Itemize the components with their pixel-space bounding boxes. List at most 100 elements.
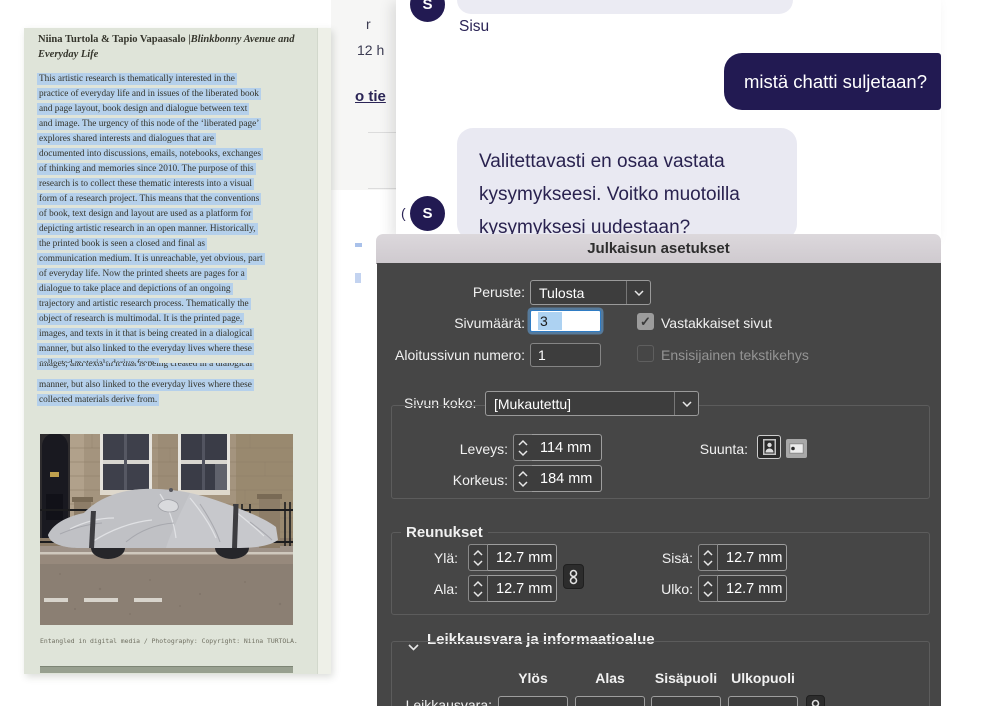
orientation-label: Suunta: xyxy=(648,441,748,457)
bleed-top-input[interactable] xyxy=(498,696,568,706)
text-line: documented into discussions, emails, not… xyxy=(37,147,319,162)
column-header-top: Ylös xyxy=(498,670,568,686)
text-line: and image. The urgency of this node of t… xyxy=(37,117,319,132)
text-line: depicting artistic research in an open m… xyxy=(37,222,319,237)
link-remnant xyxy=(355,273,361,283)
avatar-letter: S xyxy=(422,205,432,222)
document-setup-dialog: Julkaisun asetukset Peruste: Tulosta Siv… xyxy=(376,234,941,706)
text-line: of everyday life. Now the printed sheets… xyxy=(37,267,319,282)
start-page-input[interactable]: 1 xyxy=(530,343,601,367)
page-size-dropdown[interactable]: [Mukautettu] xyxy=(485,391,699,416)
bot-avatar: S xyxy=(410,196,445,231)
clipped-text-line: images, and texts in it that is being cr… xyxy=(37,363,319,378)
margin-top-input[interactable]: 12.7 mm xyxy=(488,544,557,571)
next-image-edge xyxy=(40,666,293,673)
text-line: manner, but also linked to the everyday … xyxy=(37,342,319,357)
margin-top-label: Ylä: xyxy=(377,550,458,566)
link-bleed-icon[interactable] xyxy=(806,695,825,706)
user-message-bubble: mistä chatti suljetaan? xyxy=(724,53,941,110)
orientation-portrait-button[interactable] xyxy=(757,435,781,459)
divider xyxy=(368,132,398,133)
facing-pages-checkbox[interactable]: ✓ xyxy=(637,313,654,330)
page-size-value: [Mukautettu] xyxy=(486,396,674,412)
text-line: form of a research project. This means t… xyxy=(37,192,319,207)
text-line: of book, text design and layout are used… xyxy=(37,207,319,222)
margin-inside-value: 12.7 mm xyxy=(726,550,782,566)
height-stepper[interactable] xyxy=(513,465,533,492)
page-count-value: 3 xyxy=(538,312,562,330)
text-line: images, and texts in it that is being cr… xyxy=(37,327,319,342)
webpage-text-fragment: 12 h xyxy=(357,42,384,58)
webpage-link-fragment[interactable]: o tie xyxy=(355,88,386,105)
height-input[interactable]: 184 mm xyxy=(532,465,602,492)
margin-outside-input[interactable]: 12.7 mm xyxy=(718,575,787,602)
screen: r 12 h o tie Niina Turtola & Tapio Vapaa… xyxy=(0,0,999,706)
margin-inside-stepper[interactable] xyxy=(698,544,718,571)
bleed-row-label: Leikkausvara: xyxy=(377,697,492,706)
bot-avatar: S xyxy=(410,0,445,22)
webpage-text-fragment: r xyxy=(366,16,371,32)
orientation-landscape-button[interactable] xyxy=(786,439,807,458)
text-line: communication medium. It is unreachable,… xyxy=(37,252,319,267)
margin-bottom-input[interactable]: 12.7 mm xyxy=(488,575,557,602)
overlapping-text-frame[interactable]: images, and texts in it that is being cr… xyxy=(37,363,319,408)
photo-caption: Entangled in digital media / Photography… xyxy=(40,637,320,645)
bleed-bottom-input[interactable] xyxy=(575,696,645,706)
text-line: dialogue to take place and depictions of… xyxy=(37,282,319,297)
margin-outside-label: Ulko: xyxy=(577,581,693,597)
article-title-part1: Blinkbonny Avenue and xyxy=(191,34,295,45)
margin-top-stepper[interactable] xyxy=(468,544,488,571)
previous-bot-bubble xyxy=(457,0,793,14)
text-line: object of research is multimodal. It is … xyxy=(37,312,319,327)
primary-text-frame-label: Ensisijainen tekstikehys xyxy=(661,347,809,363)
margin-inside-input[interactable]: 12.7 mm xyxy=(718,544,787,571)
page-edge xyxy=(317,28,331,674)
bleed-inside-input[interactable] xyxy=(651,696,721,706)
chat-text-fragment: ( xyxy=(401,205,406,221)
text-line: and page layout, book design and dialogu… xyxy=(37,102,319,117)
height-label: Korkeus: xyxy=(377,472,508,488)
dialog-title[interactable]: Julkaisun asetukset xyxy=(376,234,941,264)
margin-outside-value: 12.7 mm xyxy=(726,581,782,597)
divider xyxy=(368,188,398,189)
article-title-part2: Everyday Life xyxy=(38,49,98,60)
column-header-bottom: Alas xyxy=(575,670,645,686)
width-stepper[interactable] xyxy=(513,434,533,461)
chevron-down-icon xyxy=(674,392,698,415)
text-line: of thinking and memories since 2010. The… xyxy=(37,162,319,177)
text-line: the printed book is seen a closed and fi… xyxy=(37,237,319,252)
preset-dropdown[interactable]: Tulosta xyxy=(530,280,651,305)
column-header-inside: Sisäpuoli xyxy=(651,670,721,686)
covered-car-photo xyxy=(40,434,293,625)
height-value: 184 mm xyxy=(540,471,592,487)
text-line: practice of everyday life and in issues … xyxy=(37,87,319,102)
selected-paragraph[interactable]: This artistic research is thematically i… xyxy=(37,72,319,372)
margin-bottom-stepper[interactable] xyxy=(468,575,488,602)
width-value: 114 mm xyxy=(540,440,591,456)
link-remnant xyxy=(355,243,362,247)
text-line: explores shared interests and dialogues … xyxy=(37,132,319,147)
article-authors: Niina Turtola & Tapio Vapaasalo xyxy=(38,34,186,45)
bot-name: Sisu xyxy=(459,18,489,36)
width-label: Leveys: xyxy=(377,441,508,457)
bot-message-bubble: Valitettavasti en osaa vastata kysymykse… xyxy=(457,128,797,240)
document-page: Niina Turtola & Tapio Vapaasalo |Blinkbo… xyxy=(24,28,331,674)
chat-panel: S Sisu mistä chatti suljetaan? S Valitet… xyxy=(396,0,941,238)
margin-inside-label: Sisä: xyxy=(577,550,693,566)
margin-bottom-value: 12.7 mm xyxy=(496,581,552,597)
preset-value: Tulosta xyxy=(531,285,626,301)
text-line: trajectory and artistic research process… xyxy=(37,297,319,312)
width-input[interactable]: 114 mm xyxy=(532,434,602,461)
page-count-input[interactable]: 3 xyxy=(530,310,601,332)
link-margins-icon[interactable] xyxy=(563,564,584,589)
bleed-outside-input[interactable] xyxy=(728,696,798,706)
dialog-body: Peruste: Tulosta Sivumäärä: 3 ✓ Vastakka… xyxy=(377,263,941,706)
text-line: research is to collect these thematic in… xyxy=(37,177,319,192)
margin-outside-stepper[interactable] xyxy=(698,575,718,602)
primary-text-frame-checkbox[interactable] xyxy=(637,345,654,362)
article-header: Niina Turtola & Tapio Vapaasalo |Blinkbo… xyxy=(38,32,310,62)
user-message-text: mistä chatti suljetaan? xyxy=(744,71,927,93)
text-line: This artistic research is thematically i… xyxy=(37,72,319,87)
margins-title: Reunukset xyxy=(401,524,488,541)
start-page-value: 1 xyxy=(538,347,546,363)
